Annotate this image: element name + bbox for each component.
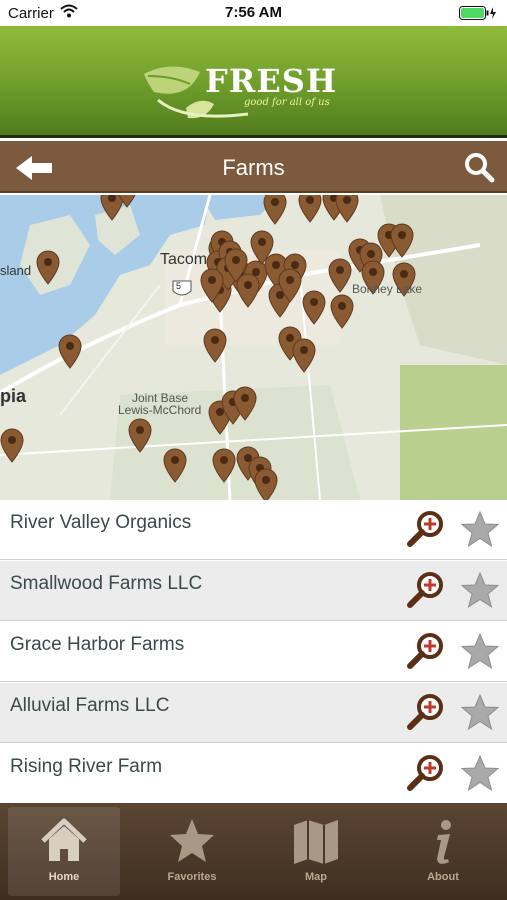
zoom-to-farm-icon[interactable] xyxy=(406,569,446,609)
list-item[interactable]: Alluvial Farms LLC xyxy=(0,683,507,743)
farm-map[interactable]: Tacom sland pia Joint Base Lewis-McChord… xyxy=(0,195,507,500)
list-item[interactable]: River Valley Organics xyxy=(0,500,507,560)
farm-name: Smallwood Farms LLC xyxy=(10,573,203,594)
tab-map[interactable]: Map xyxy=(260,807,372,896)
favorite-star-icon[interactable] xyxy=(460,571,500,609)
brand-name: FRESH xyxy=(205,62,338,100)
farm-list: River Valley Organics Smallwood Farms LL… xyxy=(0,500,507,804)
status-bar: Carrier 7:56 AM xyxy=(0,0,507,26)
brand-tagline: good for all of us xyxy=(244,97,330,108)
farm-name: Rising River Farm xyxy=(10,756,163,777)
map-label-olympia: pia xyxy=(0,386,27,406)
tab-home[interactable]: Home xyxy=(8,807,120,896)
list-item[interactable]: Grace Harbor Farms xyxy=(0,622,507,682)
tab-bar: Home Favorites Map About xyxy=(0,803,507,900)
clock: 7:56 AM xyxy=(225,4,282,21)
nav-bar: Farms xyxy=(0,141,507,193)
brand-header: FRESH good for all of us xyxy=(0,26,507,138)
zoom-to-farm-icon[interactable] xyxy=(406,508,446,548)
header-divider xyxy=(0,135,507,138)
tab-label: About xyxy=(427,871,459,883)
list-item[interactable]: Smallwood Farms LLC xyxy=(0,561,507,621)
star-icon xyxy=(170,819,214,862)
tab-label: Favorites xyxy=(167,871,217,883)
home-icon xyxy=(41,818,87,861)
map-label-island: sland xyxy=(0,263,32,278)
battery-icon xyxy=(459,6,499,24)
map-icon xyxy=(294,820,338,864)
tab-label: Map xyxy=(305,871,327,883)
favorite-star-icon[interactable] xyxy=(460,632,500,670)
list-item[interactable]: Rising River Farm xyxy=(0,744,507,804)
map-label-tacoma: Tacom xyxy=(160,251,208,268)
tab-about[interactable]: About xyxy=(387,807,499,896)
farm-name: Alluvial Farms LLC xyxy=(10,695,170,716)
map-label-base-line2: Lewis-McChord xyxy=(118,403,202,417)
map-label-bonney-lake: Bonney Lake xyxy=(352,282,423,296)
tab-favorites[interactable]: Favorites xyxy=(136,807,248,896)
search-icon[interactable] xyxy=(463,151,495,183)
favorite-star-icon[interactable] xyxy=(460,693,500,731)
page-title: Farms xyxy=(222,155,285,180)
favorite-star-icon[interactable] xyxy=(460,510,500,548)
zoom-to-farm-icon[interactable] xyxy=(406,752,446,792)
farm-name: Grace Harbor Farms xyxy=(10,634,185,655)
favorite-star-icon[interactable] xyxy=(460,754,500,792)
tab-label: Home xyxy=(48,871,80,883)
info-icon xyxy=(437,820,451,864)
farm-name: River Valley Organics xyxy=(10,512,192,533)
zoom-to-farm-icon[interactable] xyxy=(406,691,446,731)
zoom-to-farm-icon[interactable] xyxy=(406,630,446,670)
highway-shield-number: 5 xyxy=(176,281,182,291)
